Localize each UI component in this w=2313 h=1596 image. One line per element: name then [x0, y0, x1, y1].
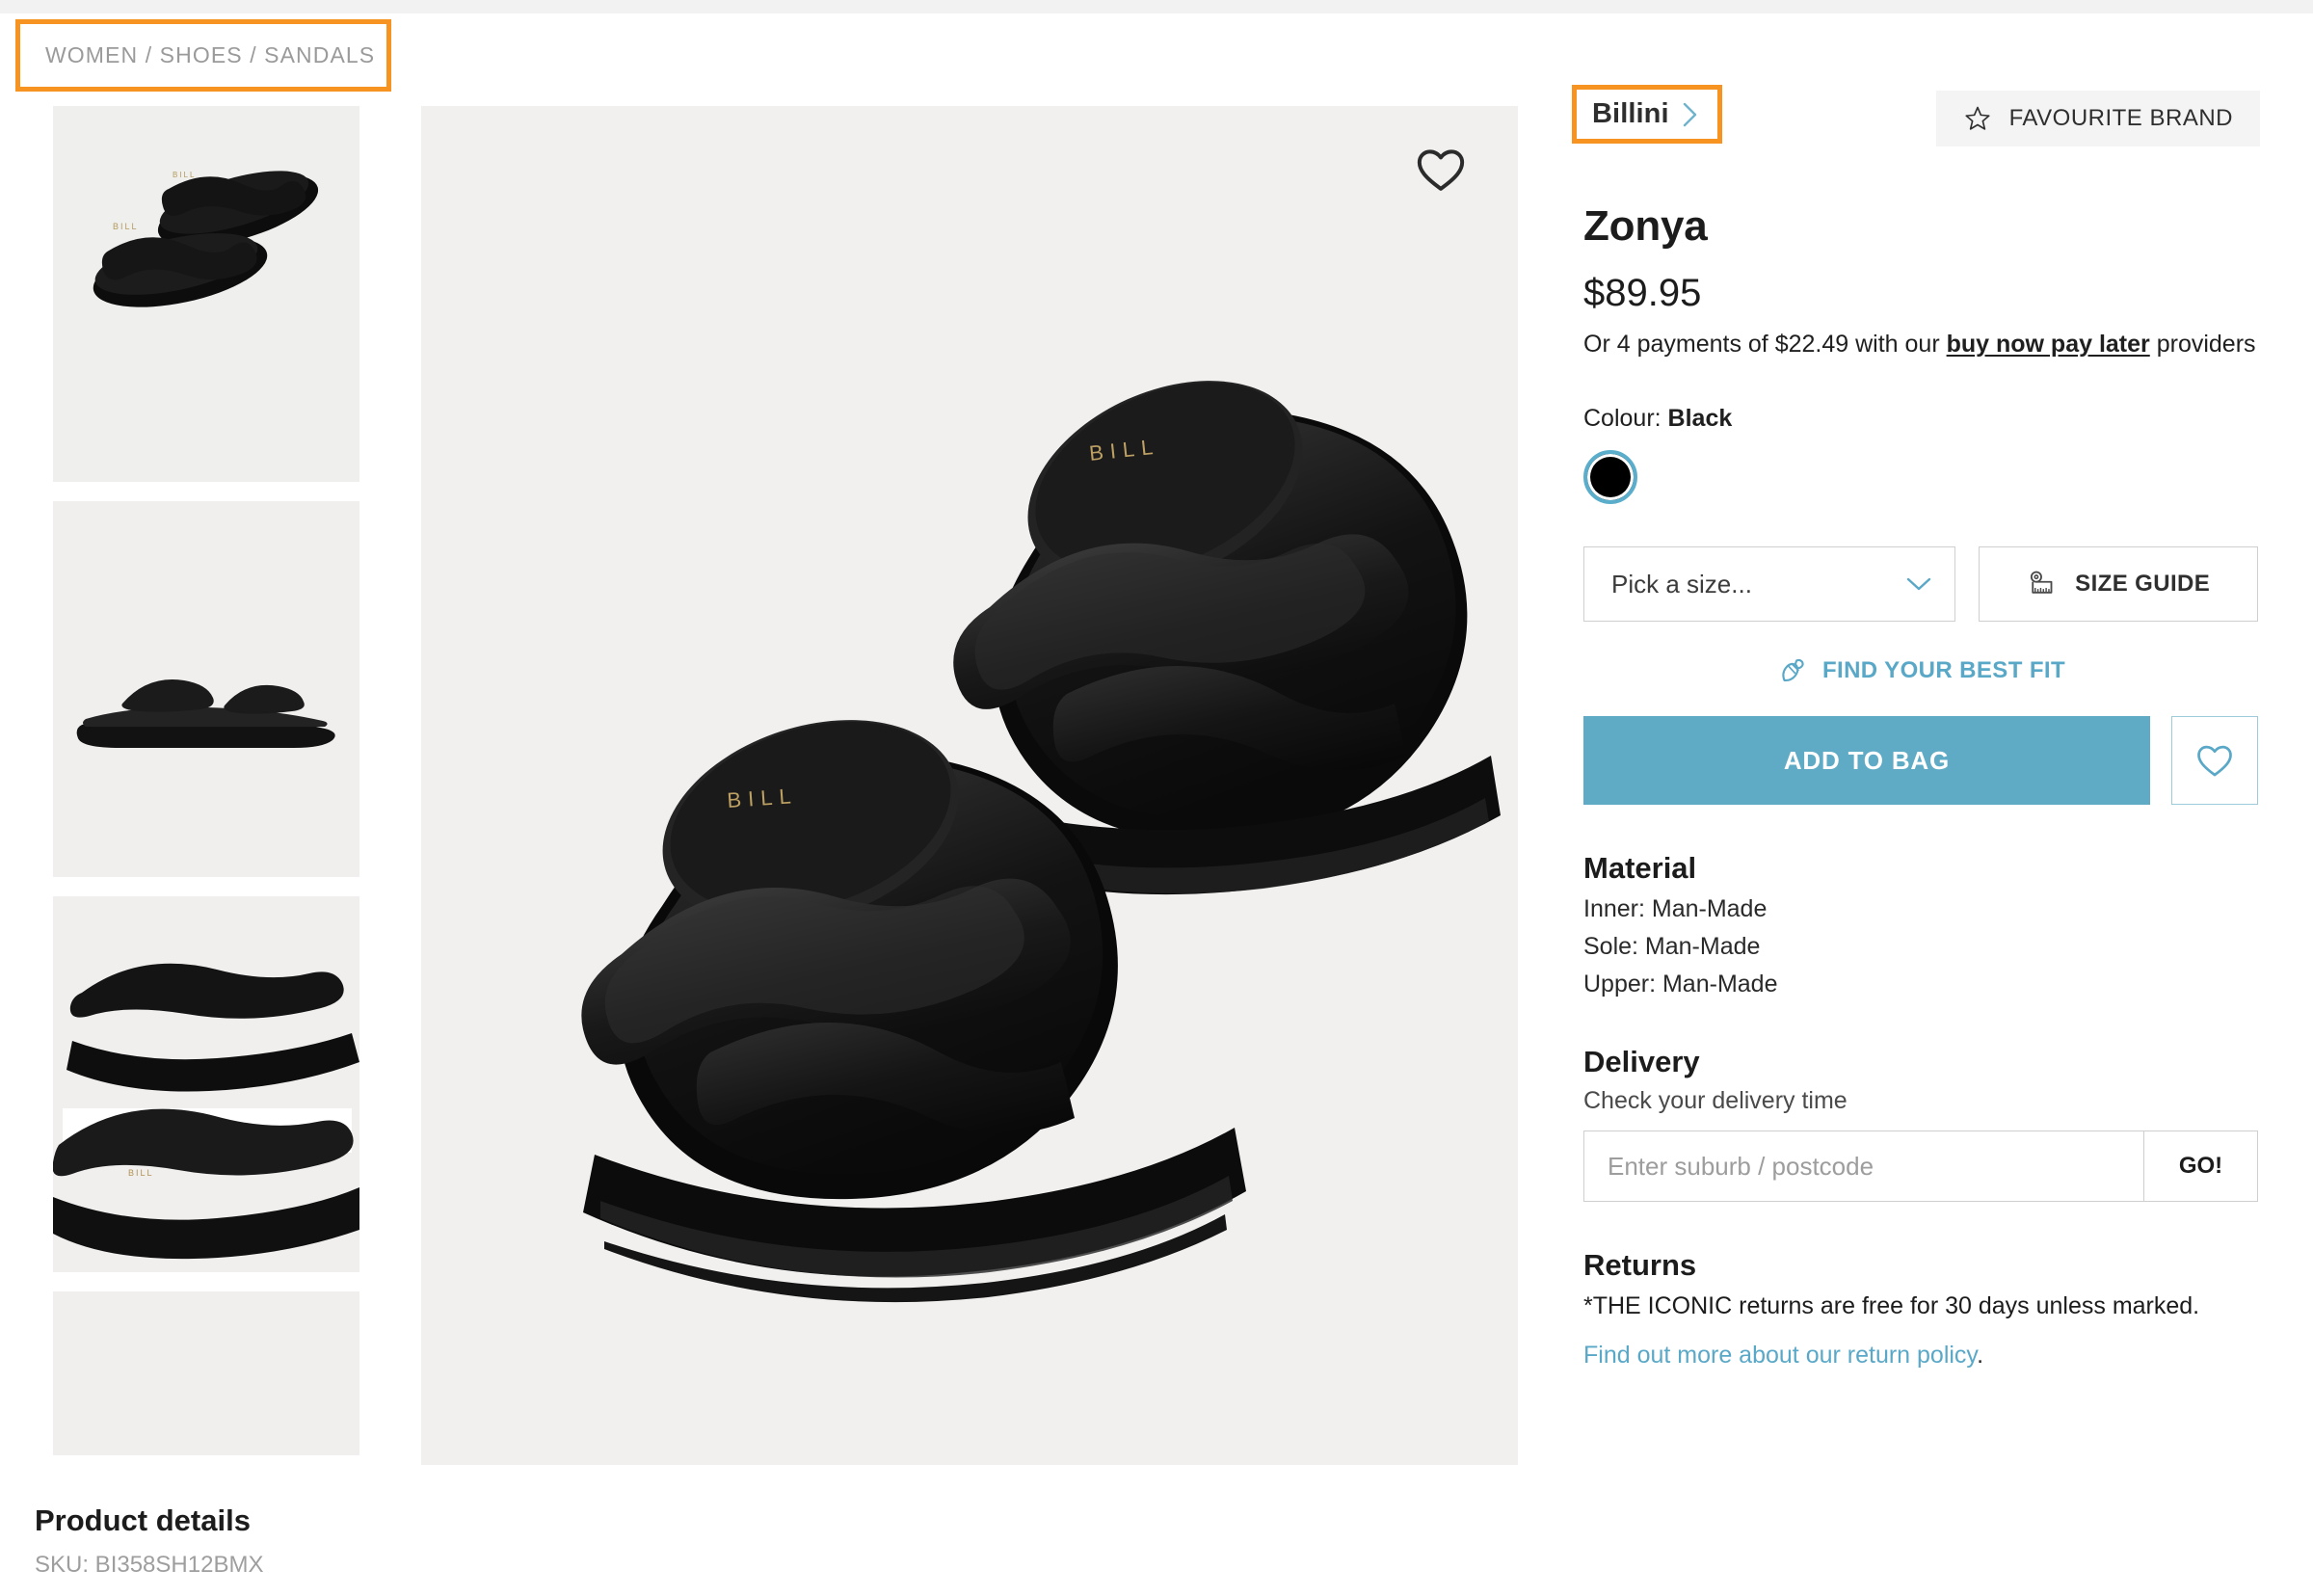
product-details-section: Product details SKU: BI358SH12BMX For ev… [35, 1503, 1519, 1596]
footprint-icon [1782, 659, 1804, 682]
measuring-tape-icon [2031, 571, 2053, 594]
material-line-upper: Upper: Man-Made [1583, 971, 1778, 998]
chevron-right-icon [1683, 102, 1696, 126]
cta-row: ADD TO BAG [1583, 716, 2258, 806]
size-row: Pick a size... SIZE GUIDE [1583, 546, 2258, 623]
size-select-placeholder: Pick a size... [1611, 569, 1752, 598]
colour-swatch-black[interactable] [1583, 450, 1637, 505]
material-heading: Material [1583, 851, 1697, 886]
wishlist-heart-icon[interactable] [1414, 143, 1468, 197]
colour-value: Black [1667, 405, 1733, 433]
add-to-wishlist-button[interactable] [2170, 716, 2258, 806]
top-header-strip [0, 0, 2313, 13]
thumbnail-1[interactable]: BILL BILL [53, 106, 359, 482]
thumbnail-4[interactable] [53, 1291, 359, 1455]
thumbnail-rail[interactable]: BILL BILL BILL [53, 106, 359, 1455]
brand-highlight-box[interactable]: Billini [1572, 85, 1722, 144]
material-line-sole: Sole: Man-Made [1583, 933, 1761, 961]
thumbnail-4-image [53, 1291, 359, 1455]
delivery-section: Delivery Check your delivery time GO! [1583, 1045, 2258, 1203]
heart-icon [2197, 745, 2232, 777]
material-line-inner: Inner: Man-Made [1583, 895, 1768, 923]
main-product-image[interactable]: BILL BILL [421, 106, 1518, 1465]
size-guide-button[interactable]: SIZE GUIDE [1979, 546, 2258, 623]
colour-label: Colour: Black [1583, 405, 2258, 433]
hero-product-photo: BILL BILL [421, 106, 1518, 1465]
find-your-best-fit-button[interactable]: FIND YOUR BEST FIT [1583, 654, 2258, 687]
svg-text:BILL: BILL [113, 222, 139, 231]
delivery-heading: Delivery [1583, 1045, 1700, 1079]
postcode-row: GO! [1583, 1130, 2258, 1203]
delivery-subtitle: Check your delivery time [1583, 1087, 1848, 1115]
return-policy-link-row[interactable]: Find out more about our return policy. [1583, 1342, 2258, 1370]
thumbnail-2[interactable] [53, 501, 359, 877]
thumbnail-2-image [53, 501, 359, 877]
breadcrumb[interactable]: WOMEN / SHOES / SANDALS [20, 42, 375, 68]
postcode-input[interactable] [1584, 1131, 2143, 1202]
bnpl-prefix: Or 4 payments of $22.49 with our [1583, 331, 1947, 358]
svg-text:BILL: BILL [128, 1168, 154, 1178]
return-policy-link-suffix: . [1977, 1342, 1984, 1370]
page-title: Zonya [1583, 202, 1708, 250]
product-sku: SKU: BI358SH12BMX [35, 1552, 264, 1578]
favourite-brand-label: FAVOURITE BRAND [2008, 105, 2233, 131]
thumbnail-3-image: BILL [53, 896, 359, 1272]
postcode-go-button[interactable]: GO! [2143, 1131, 2257, 1202]
bnpl-suffix: providers [2149, 331, 2256, 358]
brand-row: Billini FAVOURITE BRAND [1572, 85, 2260, 158]
return-policy-link[interactable]: Find out more about our return policy [1583, 1342, 1977, 1369]
product-details-heading: Product details [35, 1503, 251, 1537]
buy-now-pay-later-text: Or 4 payments of $22.49 with our buy now… [1583, 329, 2258, 360]
svg-text:BILL: BILL [173, 171, 196, 179]
favourite-brand-button[interactable]: FAVOURITE BRAND [1935, 91, 2260, 146]
colour-swatch-row [1583, 450, 2258, 505]
returns-section: Returns *THE ICONIC returns are free for… [1583, 1248, 2258, 1370]
bnpl-link[interactable]: buy now pay later [1947, 331, 2150, 358]
colour-label-prefix: Colour: [1583, 405, 1668, 433]
product-detail-page: WOMEN / SHOES / SANDALS BILL BILL BILL B… [0, 0, 2313, 1596]
thumbnail-1-image: BILL BILL [53, 106, 359, 482]
thumbnail-3[interactable]: BILL [53, 896, 359, 1272]
returns-heading: Returns [1583, 1248, 1697, 1283]
size-select[interactable]: Pick a size... [1583, 546, 1956, 623]
breadcrumb-highlight-box: WOMEN / SHOES / SANDALS [15, 19, 391, 92]
product-price: $89.95 [1583, 272, 1702, 314]
product-info-panel: Billini FAVOURITE BRAND Zonya $89.95 Or … [1572, 85, 2260, 1370]
chevron-down-icon [1907, 578, 1931, 591]
svg-text:BILL: BILL [727, 784, 799, 812]
find-your-best-fit-label: FIND YOUR BEST FIT [1821, 657, 2066, 684]
size-guide-label: SIZE GUIDE [2075, 571, 2211, 598]
star-icon [1965, 106, 1990, 130]
add-to-bag-button[interactable]: ADD TO BAG [1583, 716, 2150, 806]
material-section: Material Inner: Man-Made Sole: Man-Made … [1583, 851, 2258, 998]
brand-name[interactable]: Billini [1592, 98, 1669, 130]
returns-note: *THE ICONIC returns are free for 30 days… [1583, 1292, 2200, 1320]
